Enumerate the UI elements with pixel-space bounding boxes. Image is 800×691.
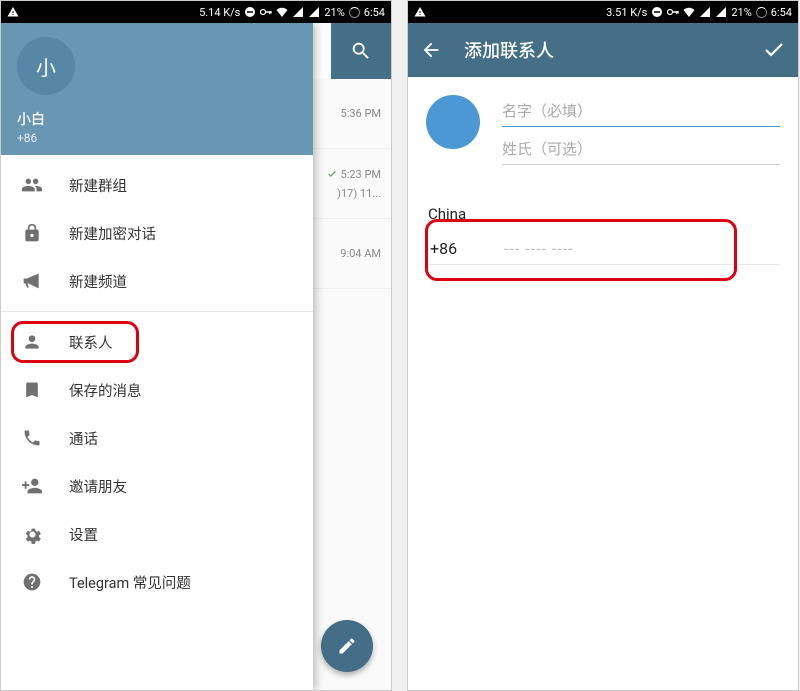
chat-time: 5:36 PM (341, 107, 381, 120)
toolbar-title: 添加联系人 (464, 37, 762, 63)
dnd-icon (244, 6, 256, 18)
network-speed: 3.51 K/s (606, 6, 647, 19)
drawer-item-label: 新建加密对话 (69, 223, 156, 244)
megaphone-icon (21, 270, 43, 292)
warning-icon (414, 6, 426, 18)
confirm-check-icon[interactable] (762, 38, 786, 62)
drawer-item-settings[interactable]: 设置 (1, 510, 313, 558)
chat-list-remnant: 5:36 PM 5:23 PM )17) 11... 9:04 AM (311, 79, 391, 690)
drawer-menu: 新建群组 新建加密对话 新建频道 (1, 155, 313, 690)
signal-icon (699, 6, 711, 18)
avatar-initial: 小 (36, 52, 56, 81)
loading-spinner-icon (756, 7, 767, 18)
warning-icon (7, 6, 19, 18)
main-toolbar-remnant (331, 23, 391, 79)
help-icon (21, 571, 43, 593)
phone-left-drawer-screen: 5.14 K/s 21% 6:54 (0, 0, 392, 691)
contact-avatar-placeholder[interactable] (426, 95, 480, 149)
drawer-item-label: Telegram 常见问题 (69, 572, 191, 593)
network-speed: 5.14 K/s (199, 6, 240, 19)
chat-row-remnant[interactable]: 9:04 AM (312, 219, 391, 289)
lock-icon (21, 222, 43, 244)
avatar[interactable]: 小 (17, 37, 75, 95)
drawer-item-label: 联系人 (69, 332, 113, 353)
signal-icon-2 (308, 6, 320, 18)
drawer-item-new-secret-chat[interactable]: 新建加密对话 (1, 209, 313, 257)
search-icon[interactable] (350, 40, 372, 62)
gear-icon (21, 523, 43, 545)
drawer-item-saved-messages[interactable]: 保存的消息 (1, 366, 313, 414)
drawer-item-label: 设置 (69, 524, 98, 545)
first-name-input[interactable] (502, 95, 780, 127)
dnd-icon (651, 6, 663, 18)
check-icon (326, 169, 338, 179)
clock-time: 6:54 (364, 6, 385, 19)
drawer-divider (1, 311, 313, 312)
chat-preview: )17) 11... (337, 187, 381, 200)
bookmark-icon (21, 379, 43, 401)
drawer-item-new-channel[interactable]: 新建频道 (1, 257, 313, 305)
signal-icon-2 (715, 6, 727, 18)
drawer-item-label: 保存的消息 (69, 380, 142, 401)
chat-time: 5:23 PM (341, 168, 381, 181)
chat-time: 9:04 AM (340, 247, 381, 260)
drawer-item-contacts[interactable]: 联系人 (1, 318, 313, 366)
phone-right-add-contact-screen: 3.51 K/s 21% 6:54 (407, 0, 799, 691)
battery-percentage: 21% (324, 6, 344, 19)
vpn-key-icon (667, 6, 679, 18)
wifi-icon (683, 6, 695, 18)
country-code[interactable]: +86 (430, 239, 474, 258)
clock-time: 6:54 (771, 6, 792, 19)
drawer-item-calls[interactable]: 通话 (1, 414, 313, 462)
add-contact-toolbar: 添加联系人 (408, 23, 798, 77)
battery-percentage: 21% (731, 6, 751, 19)
status-bar: 3.51 K/s 21% 6:54 (408, 1, 798, 23)
group-icon (21, 174, 43, 196)
phone-number-input[interactable]: --- ---- ---- (504, 239, 574, 258)
drawer-item-label: 新建群组 (69, 175, 127, 196)
status-bar: 5.14 K/s 21% 6:54 (1, 1, 391, 23)
wifi-icon (276, 6, 288, 18)
vpn-key-icon (260, 6, 272, 18)
person-add-icon (21, 475, 43, 497)
drawer-item-label: 通话 (69, 428, 98, 449)
country-selector[interactable]: China (426, 205, 780, 229)
drawer-item-faq[interactable]: Telegram 常见问题 (1, 558, 313, 606)
last-name-input[interactable] (502, 133, 780, 165)
compose-fab[interactable] (321, 620, 373, 672)
drawer-user-phone: +86 (17, 131, 297, 145)
loading-spinner-icon (349, 7, 360, 18)
drawer-item-label: 邀请朋友 (69, 476, 127, 497)
navigation-drawer: 小 小白 +86 新建群组 新建加密对话 (1, 23, 313, 690)
drawer-user-name: 小白 (17, 109, 297, 129)
phone-icon (21, 427, 43, 449)
chat-row-remnant[interactable]: 5:36 PM (312, 79, 391, 149)
back-arrow-icon[interactable] (420, 39, 442, 61)
add-contact-form: China +86 --- ---- ---- (408, 77, 798, 283)
drawer-item-label: 新建频道 (69, 271, 127, 292)
signal-icon (292, 6, 304, 18)
drawer-item-invite-friends[interactable]: 邀请朋友 (1, 462, 313, 510)
phone-input-row[interactable]: +86 --- ---- ---- (426, 229, 780, 265)
drawer-header[interactable]: 小 小白 +86 (1, 23, 313, 155)
person-icon (21, 331, 43, 353)
drawer-item-new-group[interactable]: 新建群组 (1, 161, 313, 209)
country-label: China (428, 205, 466, 223)
chat-row-remnant[interactable]: 5:23 PM )17) 11... (312, 149, 391, 219)
